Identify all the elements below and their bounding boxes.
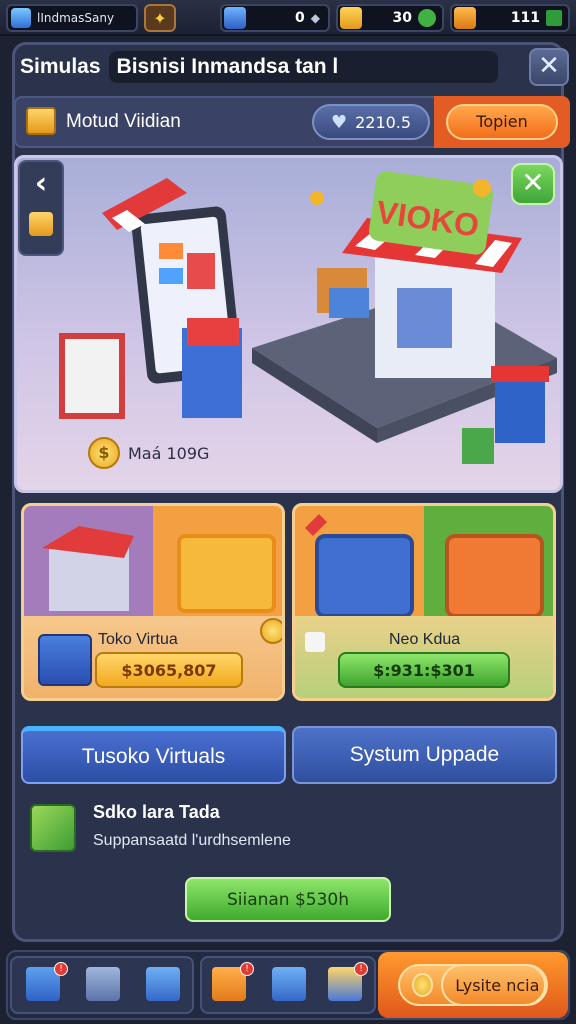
close-icon: ✕ <box>538 51 560 81</box>
dock-cta-label: Lysite ncia <box>441 964 546 1006</box>
stat-pill-2[interactable]: 30 <box>336 4 444 32</box>
crate <box>329 288 369 318</box>
store-title: Motud Viidian <box>66 111 181 132</box>
gold-case <box>177 534 276 613</box>
mailbox <box>495 373 545 443</box>
bonus-row: Sdko lara Tada Suppansaatd l'urdhsemlene <box>30 800 550 860</box>
blue-gem-icon <box>224 7 246 29</box>
chart-icon <box>546 10 562 26</box>
crown-icon: ✦ <box>153 8 167 28</box>
floating-coin <box>473 179 491 197</box>
qr-icon <box>305 632 325 652</box>
coin-icon <box>412 973 434 997</box>
mailbox-top <box>491 366 549 382</box>
brand-label: lIndmasSany <box>37 11 115 25</box>
stat-pill-3[interactable]: 111 <box>450 4 570 32</box>
coin-icon: $ <box>88 437 120 469</box>
card-right-price-button[interactable]: $:931:$301 <box>338 652 510 688</box>
scene-close-button[interactable]: ✕ <box>511 163 555 205</box>
plus-icon <box>418 9 436 27</box>
bonus-subtitle: Suppansaatd l'urdhsemlene <box>93 832 291 849</box>
coin-readout-text: Maá 109G <box>128 443 210 463</box>
topup-area: Topien <box>434 96 570 148</box>
screen-tile <box>159 243 183 259</box>
green-crate-icon <box>30 804 76 852</box>
box-icon[interactable] <box>86 967 120 1001</box>
brand-pill[interactable]: lIndmasSany <box>6 4 138 32</box>
store-header-bar: Motud Viidian ♥ 2210.5 Topien <box>14 96 570 148</box>
back-button[interactable]: ‹ <box>18 160 64 256</box>
store-window <box>397 288 452 348</box>
card-left-name: Toko Virtua <box>98 631 178 648</box>
floating-coin <box>310 191 324 205</box>
card-right-name: Neo Kdua <box>389 631 461 648</box>
blue-device <box>315 534 414 618</box>
storage-icon[interactable] <box>272 967 306 1001</box>
tab-virtual-store[interactable]: Tusoko Virtuals <box>21 726 286 784</box>
stat-1-value: 0 <box>295 10 305 26</box>
card-left-art <box>42 526 276 613</box>
balance-value: 2210.5 <box>355 112 412 132</box>
balance-display[interactable]: ♥ 2210.5 <box>312 104 430 140</box>
trash-can <box>462 428 494 464</box>
cube-icon <box>11 8 31 28</box>
vending-top <box>187 318 239 346</box>
hammer-icon <box>29 212 53 236</box>
coin-readout: $ Maá 109G <box>88 437 209 469</box>
crown-button[interactable]: ✦ <box>144 4 176 32</box>
notification-badge: ! <box>354 962 368 976</box>
claim-button[interactable]: Siianan $530h <box>185 877 391 922</box>
kiosk <box>59 333 125 419</box>
coin-icon <box>260 618 282 644</box>
notification-badge: ! <box>54 962 68 976</box>
window-titlebar: Simulas Bisnisi Inmandsa tan l <box>14 47 524 87</box>
window-title: Simulas <box>20 55 101 78</box>
dock-cta-button[interactable]: Lysite ncia <box>398 964 548 1006</box>
gold-box-icon <box>26 107 56 135</box>
notification-badge: ! <box>240 962 254 976</box>
stat-pill-1[interactable]: 0 ◆ <box>220 4 330 32</box>
card-right-art <box>305 514 544 618</box>
heart-icon: ♥ <box>330 111 348 133</box>
topup-button[interactable]: Topien <box>446 104 558 140</box>
wrench-icon <box>305 514 327 536</box>
dock-cta-area: Lysite ncia <box>378 952 568 1018</box>
close-window-button[interactable]: ✕ <box>529 48 569 86</box>
orange-device <box>445 534 544 618</box>
shop-bag-icon <box>454 7 476 29</box>
window-title-field: Bisnisi Inmandsa tan l <box>108 51 499 83</box>
card-left-price-button[interactable]: $3065,807 <box>95 652 243 688</box>
screen-tile <box>187 253 215 289</box>
chat-icon: ◆ <box>310 11 320 25</box>
close-icon: ✕ <box>521 166 545 199</box>
basket-icon[interactable] <box>146 967 180 1001</box>
stat-2-value: 30 <box>392 10 412 26</box>
screen-tile <box>159 268 183 284</box>
stat-3-value: 111 <box>510 10 540 26</box>
vending-icon <box>38 634 92 686</box>
gold-cube-icon <box>340 7 362 29</box>
bonus-title: Sdko lara Tada <box>93 802 220 822</box>
top-resource-bar: lIndmasSany ✦ 0 ◆ 30 111 <box>0 0 576 36</box>
chevron-left-icon: ‹ <box>34 166 48 201</box>
tab-system-upgrade[interactable]: Systum Uppade <box>292 726 557 784</box>
